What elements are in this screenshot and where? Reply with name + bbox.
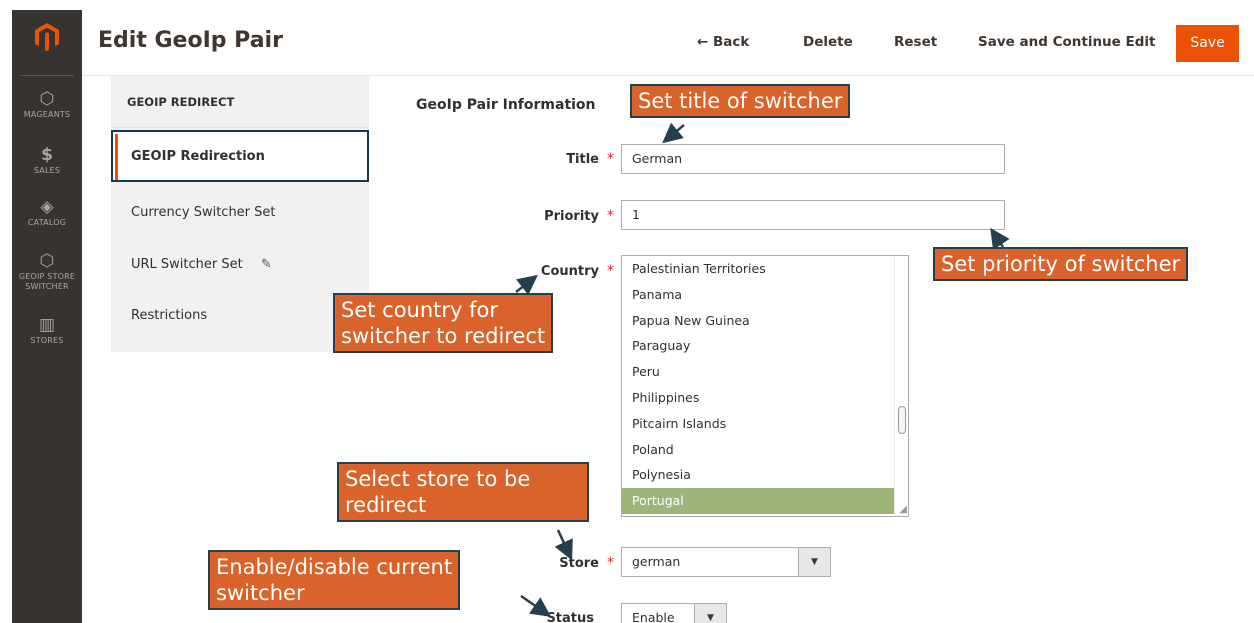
delete-button[interactable]: Delete [803, 34, 853, 50]
admin-menu: ⬡ MAGEANTS $ SALES ◈ CATALOG ⬡ GEOIP STO… [12, 10, 82, 623]
priority-label: Priority * [520, 208, 614, 224]
status-select[interactable]: Enable ▼ [621, 603, 727, 623]
callout-line: Set country for [341, 298, 499, 322]
store-label: Store * [520, 555, 614, 571]
country-option[interactable]: Pitcairn Islands [622, 411, 894, 437]
required-mark: * [607, 263, 614, 279]
tab-label: GEOIP Redirection [131, 149, 265, 164]
menu-separator [20, 75, 74, 76]
tab-label: Restrictions [131, 308, 208, 323]
title-callout-arrow [662, 122, 685, 144]
reset-button[interactable]: Reset [894, 34, 937, 50]
status-select-value: Enable [632, 610, 675, 623]
menu-item-catalog[interactable]: ◈ CATALOG [12, 196, 82, 228]
required-mark: * [607, 151, 614, 167]
callout-enable-disable: Enable/disable current switcher [208, 550, 461, 610]
priority-label-text: Priority [544, 209, 599, 224]
menu-item-label: CATALOG [27, 218, 67, 227]
callout-set-country: Set country for switcher to redirect [333, 293, 554, 353]
country-option[interactable]: Peru [622, 359, 894, 385]
callout-set-title: Set title of switcher [630, 84, 851, 118]
priority-input[interactable]: 1 [621, 200, 1005, 230]
title-label: Title * [540, 151, 614, 167]
tabs-heading: GEOIP REDIRECT [111, 76, 369, 128]
store-select-value: german [632, 554, 681, 569]
tab-url-switcher-set[interactable]: URL Switcher Set ✎ [111, 239, 369, 291]
required-mark: * [607, 208, 614, 224]
hexagon-icon: ⬡ [39, 251, 55, 271]
required-mark: * [607, 555, 614, 571]
back-button[interactable]: ← Back [697, 34, 749, 50]
country-label: Country * [520, 263, 614, 279]
dollar-icon: $ [41, 145, 53, 165]
priority-callout-arrow [990, 227, 1010, 251]
page-title: Edit GeoIp Pair [98, 28, 283, 53]
tab-restrictions[interactable]: Restrictions [111, 290, 369, 342]
menu-item-label: MAGEANTS [23, 110, 71, 119]
chevron-down-icon: ▼ [694, 604, 726, 623]
country-option[interactable]: Paraguay [622, 333, 894, 359]
tab-geoip-redirection[interactable]: GEOIP Redirection [111, 130, 369, 182]
callout-line: switcher [216, 581, 305, 605]
menu-item-label: GEOIP STORE SWITCHER [18, 272, 76, 291]
status-label-text: Status [546, 611, 594, 623]
callout-line: Select store to be [345, 467, 531, 491]
scrollbar-thumb[interactable] [898, 406, 906, 434]
magento-logo[interactable] [12, 10, 82, 76]
country-option[interactable]: Polynesia [622, 462, 894, 488]
menu-item-geoip-store-switcher[interactable]: ⬡ GEOIP STORE SWITCHER [12, 250, 82, 292]
country-option-selected[interactable]: Portugal [622, 488, 894, 514]
tab-label: Currency Switcher Set [131, 205, 276, 220]
country-multiselect[interactable]: Palestinian Territories Panama Papua New… [621, 255, 909, 517]
country-option[interactable]: Papua New Guinea [622, 308, 894, 334]
menu-item-label: STORES [30, 336, 64, 345]
fieldset-title: GeoIp Pair Information [416, 97, 596, 113]
menu-item-stores[interactable]: ▥ STORES [12, 314, 82, 346]
callout-line: Enable/disable current [216, 555, 453, 579]
country-label-text: Country [540, 264, 599, 279]
country-callout-arrow [515, 274, 538, 296]
country-option[interactable]: Panama [622, 282, 894, 308]
title-input[interactable]: German [621, 144, 1005, 174]
tab-currency-switcher-set[interactable]: Currency Switcher Set [111, 187, 369, 239]
callout-line: redirect [345, 493, 427, 517]
title-label-text: Title [566, 152, 599, 167]
country-list-scrollbar[interactable] [894, 256, 908, 516]
country-option[interactable]: Philippines [622, 385, 894, 411]
callout-set-priority: Set priority of switcher [933, 247, 1189, 281]
tabs-sidebar: GEOIP REDIRECT GEOIP Redirection Currenc… [111, 76, 369, 352]
hexagon-icon: ⬡ [39, 89, 55, 109]
menu-item-sales[interactable]: $ SALES [12, 144, 82, 176]
save-button[interactable]: Save [1176, 25, 1239, 62]
callout-select-store: Select store to be redirect [337, 462, 589, 522]
menu-item-mageants[interactable]: ⬡ MAGEANTS [12, 88, 82, 120]
store-select[interactable]: german ▼ [621, 547, 831, 577]
save-and-continue-button[interactable]: Save and Continue Edit [978, 34, 1156, 50]
active-tab-indicator [115, 134, 118, 180]
tab-label: URL Switcher Set [131, 257, 243, 272]
status-label: Status [520, 611, 594, 623]
pencil-icon: ✎ [260, 257, 272, 272]
country-option[interactable]: Palestinian Territories [622, 256, 894, 282]
store-icon: ▥ [38, 315, 56, 335]
country-option[interactable]: Poland [622, 437, 894, 463]
chevron-down-icon: ▼ [798, 548, 830, 576]
menu-item-label: SALES [33, 166, 61, 175]
box-icon: ◈ [40, 197, 54, 217]
magento-logo-icon [35, 23, 59, 52]
store-callout-arrow [554, 529, 573, 561]
callout-line: switcher to redirect [341, 324, 546, 348]
store-label-text: Store [559, 556, 599, 571]
resize-grip-icon[interactable]: ◢ [899, 504, 907, 515]
